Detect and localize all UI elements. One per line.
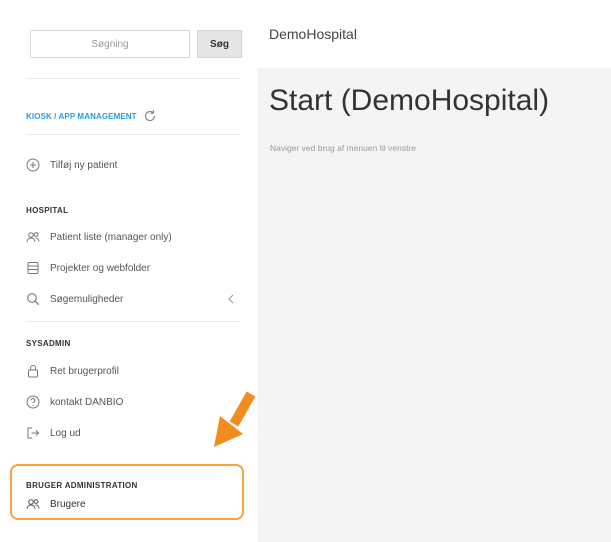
add-patient-link[interactable]: Tilføj ny patient xyxy=(26,156,240,174)
section-heading-sysadmin: SYSADMIN xyxy=(26,339,71,348)
sidebar: Søg KIOSK / APP MANAGEMENT Tilføj ny pat… xyxy=(0,0,257,542)
search-input[interactable] xyxy=(30,30,190,58)
topbar: DemoHospital xyxy=(257,0,611,68)
section-heading-hospital: HOSPITAL xyxy=(26,206,69,215)
kiosk-label: KIOSK / APP MANAGEMENT xyxy=(26,111,137,121)
divider xyxy=(26,134,240,135)
database-icon xyxy=(26,261,40,275)
kiosk-app-management-link[interactable]: KIOSK / APP MANAGEMENT xyxy=(26,108,157,124)
sidebar-item-edit-profile[interactable]: Ret brugerprofil xyxy=(26,362,240,380)
plus-circle-icon xyxy=(26,158,40,172)
sidebar-item-label: Brugere xyxy=(50,498,86,510)
refresh-icon xyxy=(143,109,157,123)
page-subtitle: Naviger ved brug af menuen til venstre xyxy=(270,143,416,153)
logout-icon xyxy=(26,426,40,440)
page-title: Start (DemoHospital) xyxy=(269,84,550,117)
sidebar-item-label: Ret brugerprofil xyxy=(50,365,119,377)
lock-icon xyxy=(26,364,40,378)
sidebar-item-users[interactable]: Brugere xyxy=(26,495,240,513)
sidebar-item-label: kontakt DANBIO xyxy=(50,396,124,408)
users-icon xyxy=(26,230,40,244)
users-icon xyxy=(26,497,40,511)
main-content: DemoHospital Start (DemoHospital) Navige… xyxy=(257,0,611,542)
sidebar-item-patient-list[interactable]: Patient liste (manager only) xyxy=(26,228,240,246)
divider xyxy=(26,78,240,79)
search-button[interactable]: Søg xyxy=(197,30,242,58)
sidebar-item-label: Søgemuligheder xyxy=(50,293,124,305)
chevron-left-icon[interactable] xyxy=(226,293,236,305)
topbar-title: DemoHospital xyxy=(269,26,357,42)
arrow-annotation-icon xyxy=(210,391,260,451)
sidebar-item-label: Patient liste (manager only) xyxy=(50,231,172,243)
add-patient-label: Tilføj ny patient xyxy=(50,159,118,171)
help-circle-icon xyxy=(26,395,40,409)
sidebar-item-projects[interactable]: Projekter og webfolder xyxy=(26,259,240,277)
divider xyxy=(26,321,240,322)
sidebar-item-contact-danbio[interactable]: kontakt DANBIO xyxy=(26,393,240,411)
section-heading-user-admin: BRUGER ADMINISTRATION xyxy=(26,481,138,490)
search-icon xyxy=(26,292,40,306)
sidebar-item-label: Log ud xyxy=(50,427,81,439)
sidebar-item-search-options[interactable]: Søgemuligheder xyxy=(26,290,240,308)
sidebar-item-label: Projekter og webfolder xyxy=(50,262,151,274)
sidebar-item-logout[interactable]: Log ud xyxy=(26,424,240,442)
